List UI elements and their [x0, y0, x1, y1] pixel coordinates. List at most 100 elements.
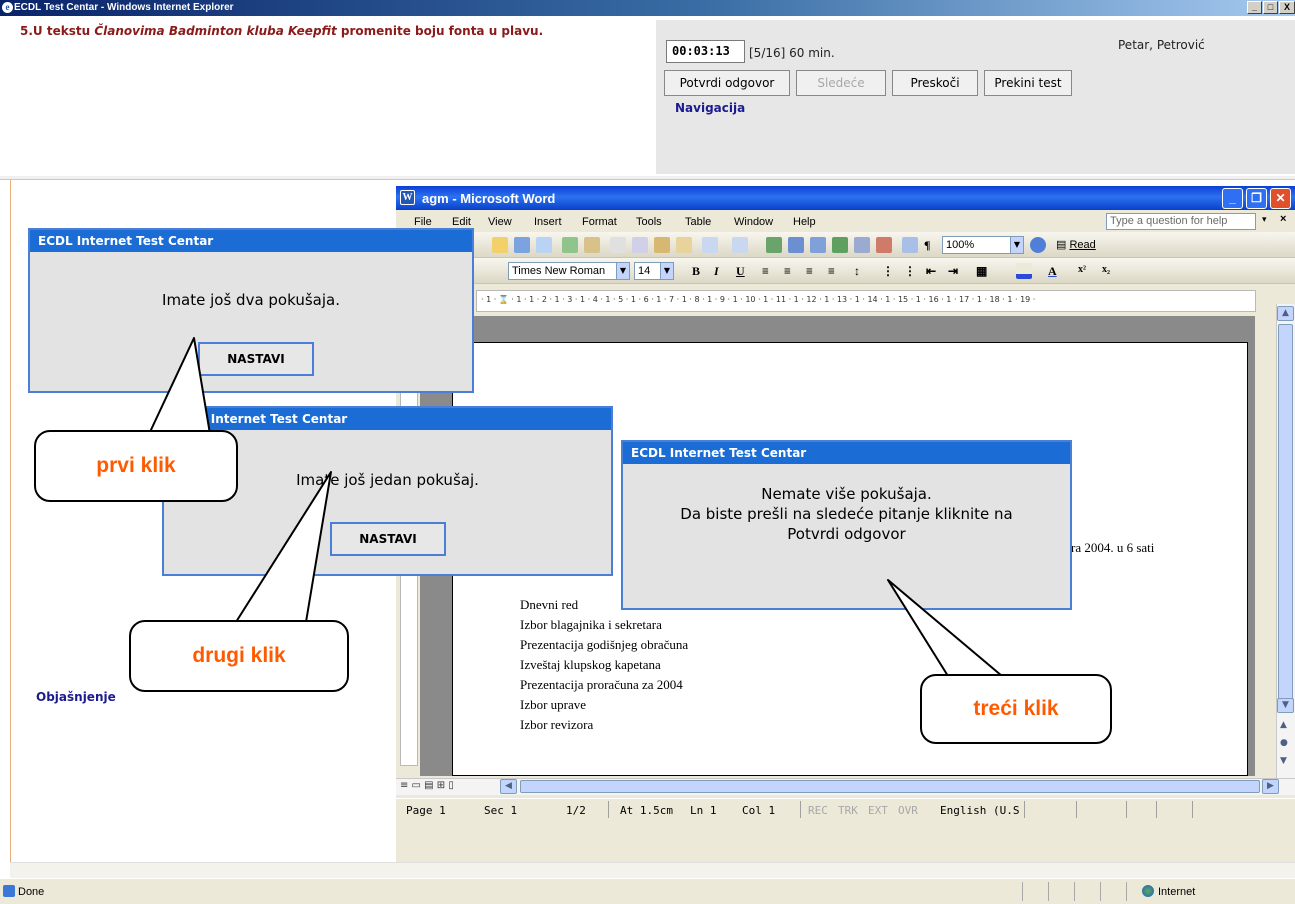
- explanation-link[interactable]: Objašnjenje: [36, 690, 116, 704]
- decrease-indent-icon[interactable]: ⇤: [926, 264, 936, 279]
- paste-icon[interactable]: [654, 237, 670, 253]
- dialog-message-line: Nemate više pokušaja.: [761, 485, 932, 503]
- status-ext[interactable]: EXT: [868, 804, 888, 817]
- status-rec[interactable]: REC: [808, 804, 828, 817]
- callout-first-click: prvi klik: [34, 430, 238, 502]
- redo-icon[interactable]: [732, 237, 748, 253]
- document-text-fragment: ra 2004. u 6 sati: [1071, 540, 1155, 555]
- insert-table-icon[interactable]: [810, 237, 826, 253]
- status-page: Page 1: [406, 804, 446, 817]
- browse-object-icon[interactable]: ●: [1280, 738, 1288, 748]
- navigation-link[interactable]: Navigacija: [675, 101, 745, 115]
- question-counter: [5/16] 60 min.: [749, 46, 835, 60]
- border-icon[interactable]: ▦: [976, 264, 987, 279]
- spelling-icon[interactable]: [562, 237, 578, 253]
- close-document-icon[interactable]: ×: [1280, 213, 1286, 225]
- word-restore-button[interactable]: ❐: [1246, 188, 1267, 209]
- align-left-icon[interactable]: ≡: [762, 264, 769, 279]
- vertical-scroll-thumb[interactable]: [1278, 324, 1293, 704]
- word-close-button[interactable]: ✕: [1270, 188, 1291, 209]
- status-ovr[interactable]: OVR: [898, 804, 918, 817]
- minimize-button[interactable]: _: [1247, 1, 1262, 14]
- drawing-icon[interactable]: [876, 237, 892, 253]
- increase-indent-icon[interactable]: ⇥: [948, 264, 958, 279]
- word-title: agm - Microsoft Word: [422, 191, 556, 206]
- standard-toolbar: ¶ 100% ▼ ▤ Read: [396, 232, 1295, 258]
- user-name: Petar, Petrović: [1118, 38, 1205, 52]
- undo-icon[interactable]: [702, 237, 718, 253]
- word-title-bar: W agm - Microsoft Word _ ❐ ✕: [396, 186, 1295, 210]
- font-name-combo[interactable]: Times New Roman ▼: [508, 262, 630, 280]
- menu-edit[interactable]: Edit: [452, 216, 471, 228]
- italic-icon[interactable]: I: [714, 264, 719, 279]
- continue-button[interactable]: NASTAVI: [330, 522, 446, 556]
- view-buttons-icon[interactable]: ≡ ▭ ▤ ⊞ ▯: [400, 780, 454, 791]
- previous-page-icon[interactable]: ▲: [1280, 720, 1287, 730]
- menu-window[interactable]: Window: [734, 216, 773, 228]
- continue-button[interactable]: NASTAVI: [198, 342, 314, 376]
- cut-icon[interactable]: [610, 237, 626, 253]
- horizontal-scroll-thumb[interactable]: [520, 780, 1260, 793]
- numbering-icon[interactable]: ⋮: [882, 264, 894, 279]
- superscript-icon[interactable]: x²: [1078, 264, 1086, 275]
- align-center-icon[interactable]: ≡: [784, 264, 791, 279]
- menu-file[interactable]: File: [414, 216, 432, 228]
- font-color-icon[interactable]: A: [1048, 264, 1057, 279]
- globe-icon: [1142, 885, 1154, 897]
- stop-test-button[interactable]: Prekini test: [984, 70, 1072, 96]
- menu-format[interactable]: Format: [582, 216, 617, 228]
- insert-excel-icon[interactable]: [832, 237, 848, 253]
- status-divider: [1100, 882, 1101, 901]
- menu-view[interactable]: View: [488, 216, 512, 228]
- justify-icon[interactable]: ≡: [828, 264, 835, 279]
- security-zone: Internet: [1158, 886, 1196, 898]
- subscript-icon[interactable]: x₂: [1102, 264, 1110, 275]
- format-painter-icon[interactable]: [676, 237, 692, 253]
- scroll-right-icon[interactable]: ▶: [1262, 779, 1279, 794]
- read-button[interactable]: ▤ Read: [1056, 238, 1096, 251]
- document-map-icon[interactable]: [902, 237, 918, 253]
- help-dropdown-icon[interactable]: ▾: [1262, 214, 1267, 225]
- word-bottom-area: [396, 820, 1295, 862]
- maximize-button[interactable]: □: [1263, 1, 1278, 14]
- copy-icon[interactable]: [632, 237, 648, 253]
- bullets-icon[interactable]: ⋮: [904, 264, 916, 279]
- print-preview-icon[interactable]: [536, 237, 552, 253]
- show-hide-icon[interactable]: ¶: [924, 238, 930, 253]
- status-at: At 1.5cm: [620, 804, 673, 817]
- help-question-box[interactable]: Type a question for help: [1106, 213, 1256, 230]
- hyperlink-icon[interactable]: [766, 237, 782, 253]
- agenda-item: Izveštaj klupskog kapetana: [520, 657, 661, 672]
- status-trk[interactable]: TRK: [838, 804, 858, 817]
- research-icon[interactable]: [584, 237, 600, 253]
- next-button[interactable]: Sledeće: [796, 70, 886, 96]
- scroll-up-icon[interactable]: ▲: [1277, 306, 1294, 321]
- highlight-icon[interactable]: [1016, 263, 1032, 279]
- columns-icon[interactable]: [854, 237, 870, 253]
- formatting-toolbar: Times New Roman ▼ 14 ▼ B I U ≡ ≡ ≡ ≡ ↕ ⋮ ⋮…: [396, 258, 1295, 284]
- status-divider: [1024, 801, 1025, 818]
- word-minimize-button[interactable]: _: [1222, 188, 1243, 209]
- tables-borders-icon[interactable]: [788, 237, 804, 253]
- skip-button[interactable]: Preskoči: [892, 70, 978, 96]
- line-spacing-icon[interactable]: ↕: [854, 264, 860, 279]
- underline-icon[interactable]: U: [736, 264, 745, 279]
- close-button[interactable]: X: [1279, 1, 1295, 14]
- font-size-combo[interactable]: 14 ▼: [634, 262, 674, 280]
- print-icon[interactable]: [514, 237, 530, 253]
- dialog-two-attempts: ECDL Internet Test Centar Imate još dva …: [28, 228, 474, 393]
- menu-insert[interactable]: Insert: [534, 216, 562, 228]
- scroll-left-icon[interactable]: ◀: [500, 779, 517, 794]
- menu-table[interactable]: Table: [685, 216, 711, 228]
- menu-tools[interactable]: Tools: [636, 216, 662, 228]
- help-icon[interactable]: [1030, 237, 1046, 253]
- bold-icon[interactable]: B: [692, 264, 700, 279]
- zoom-combo[interactable]: 100% ▼: [942, 236, 1024, 254]
- menu-help[interactable]: Help: [793, 216, 816, 228]
- scroll-down-icon[interactable]: ▼: [1277, 698, 1294, 713]
- next-page-icon[interactable]: ▼: [1280, 756, 1287, 766]
- align-right-icon[interactable]: ≡: [806, 264, 813, 279]
- permission-icon[interactable]: [492, 237, 508, 253]
- confirm-answer-button[interactable]: Potvrdi odgovor: [664, 70, 790, 96]
- agenda-item: Prezentacija proračuna za 2004: [520, 677, 683, 692]
